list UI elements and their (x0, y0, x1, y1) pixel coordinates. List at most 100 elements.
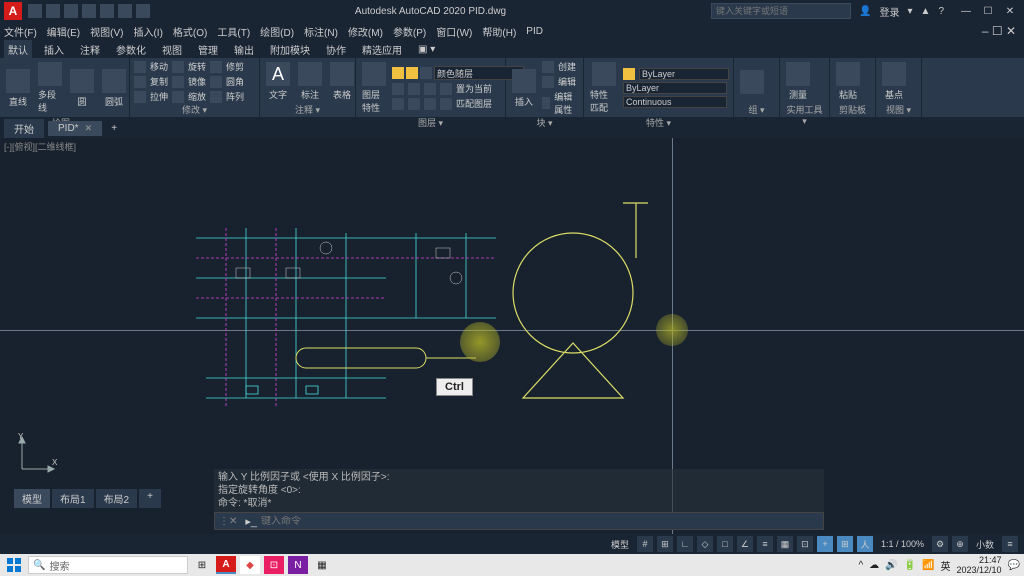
tab-manage[interactable]: 管理 (194, 40, 222, 59)
cart-icon[interactable]: ▾ (908, 6, 913, 17)
viewport-label[interactable]: [-][俯视][二维线框] (4, 140, 76, 153)
base-button[interactable]: 基点 (880, 60, 908, 103)
a360-icon[interactable]: ▲ (921, 6, 931, 17)
task-view-icon[interactable]: ⊞ (192, 556, 212, 574)
sb-customize-icon[interactable]: ≡ (1002, 536, 1018, 552)
task-app3-icon[interactable]: ⊡ (264, 556, 284, 574)
layer-tool8-icon[interactable] (440, 98, 452, 110)
close-button[interactable]: ✕ (1000, 4, 1020, 18)
menu-help[interactable]: 帮助(H) (482, 24, 516, 39)
layer-tool-icon[interactable] (392, 83, 404, 95)
trim-icon[interactable] (210, 61, 222, 73)
sb-units-icon[interactable]: ⊕ (952, 536, 968, 552)
user-icon[interactable]: 👤 (859, 6, 871, 17)
panel-block-label[interactable]: 块 ▾ (510, 116, 579, 128)
bulb-icon[interactable] (392, 67, 404, 79)
mirror-icon[interactable] (172, 76, 184, 88)
sb-model[interactable]: 模型 (607, 538, 633, 551)
match-props-button[interactable]: 特性 匹配 (588, 60, 619, 116)
menu-dim[interactable]: 标注(N) (304, 24, 338, 39)
maximize-button[interactable]: ☐ (978, 4, 998, 18)
panel-groups-label[interactable]: 组 ▾ (738, 103, 775, 115)
task-autocad-icon[interactable]: A (216, 556, 236, 574)
tab-model[interactable]: 模型 (14, 489, 50, 508)
paste-button[interactable]: 粘贴 (834, 60, 862, 103)
create-block-icon[interactable] (542, 61, 554, 73)
rotate-icon[interactable] (172, 61, 184, 73)
scale-icon[interactable] (172, 91, 184, 103)
sb-units[interactable]: 小数 (972, 538, 998, 551)
sb-transparency-icon[interactable]: ▦ (777, 536, 793, 552)
add-tab-button[interactable]: + (106, 123, 122, 134)
tab-layout1[interactable]: 布局1 (52, 489, 94, 508)
task-app2-icon[interactable]: ◆ (240, 556, 260, 574)
insert-block-button[interactable]: 插入 (510, 67, 538, 110)
layer-tool5-icon[interactable] (392, 98, 404, 110)
lock-icon[interactable] (420, 67, 432, 79)
sb-polar-icon[interactable]: ◇ (697, 536, 713, 552)
menu-tools[interactable]: 工具(T) (217, 24, 250, 39)
menu-pid[interactable]: PID (526, 26, 543, 37)
login-label[interactable]: 登录 (880, 4, 900, 19)
panel-annot-label[interactable]: 注释 ▾ (264, 103, 351, 115)
sb-annoscale-icon[interactable]: 人 (857, 536, 873, 552)
ribbon-expand-icon[interactable]: ▣ ▾ (414, 42, 439, 57)
tab-collab[interactable]: 协作 (322, 40, 350, 59)
sun-icon[interactable] (406, 67, 418, 79)
file-tab-current[interactable]: PID*✕ (48, 121, 102, 136)
table-button[interactable]: 表格 (328, 60, 356, 103)
lineweight-dropdown[interactable]: ByLayer (623, 82, 727, 94)
color-dropdown[interactable]: ByLayer (639, 68, 729, 80)
panel-props-label[interactable]: 特性 ▾ (588, 116, 729, 128)
file-tab-start[interactable]: 开始 (4, 119, 44, 138)
drawing-area[interactable]: [-][俯视][二维线框] (0, 138, 1024, 534)
qat-redo-icon[interactable] (136, 4, 150, 18)
tray-notifications-icon[interactable]: 💬 (1008, 560, 1020, 571)
sb-qprops-icon[interactable]: ⊞ (837, 536, 853, 552)
help-icon[interactable]: ? (938, 6, 944, 17)
line-button[interactable]: 直线 (4, 67, 32, 110)
layer-props-button[interactable]: 图层 特性 (360, 60, 388, 116)
tray-up-icon[interactable]: ^ (858, 560, 863, 571)
tab-annotate[interactable]: 注释 (76, 40, 104, 59)
dim-button[interactable]: 标注 (296, 60, 324, 103)
tab-layout2[interactable]: 布局2 (96, 489, 138, 508)
tab-featured[interactable]: 精选应用 (358, 40, 406, 59)
sb-lwt-icon[interactable]: ≡ (757, 536, 773, 552)
add-layout-button[interactable]: + (139, 489, 161, 508)
sb-snap-icon[interactable]: ⊞ (657, 536, 673, 552)
menu-file[interactable]: 文件(F) (4, 24, 37, 39)
start-button[interactable] (4, 556, 24, 574)
sb-grid-icon[interactable]: # (637, 536, 653, 552)
fillet-icon[interactable] (210, 76, 222, 88)
sb-osnap-icon[interactable]: □ (717, 536, 733, 552)
tray-battery-icon[interactable]: 🔋 (904, 560, 916, 571)
doc-close-icon[interactable]: – ☐ ✕ (982, 24, 1016, 38)
menu-draw[interactable]: 绘图(D) (260, 24, 294, 39)
tray-volume-icon[interactable]: 🔊 (885, 560, 897, 571)
taskbar-search[interactable]: 🔍 搜索 (28, 556, 188, 574)
tray-wifi-icon[interactable]: 📶 (922, 560, 934, 571)
tab-output[interactable]: 输出 (230, 40, 258, 59)
app-icon[interactable]: A (4, 2, 22, 20)
tab-insert[interactable]: 插入 (40, 40, 68, 59)
tab-addins[interactable]: 附加模块 (266, 40, 314, 59)
qat-new-icon[interactable] (28, 4, 42, 18)
circle-button[interactable]: 圆 (68, 67, 96, 110)
linetype-dropdown[interactable]: Continuous (623, 96, 727, 108)
minimize-button[interactable]: — (956, 4, 976, 18)
arc-button[interactable]: 圆弧 (100, 67, 128, 110)
sb-ortho-icon[interactable]: ∟ (677, 536, 693, 552)
command-input[interactable] (261, 516, 823, 527)
menu-modify[interactable]: 修改(M) (348, 24, 383, 39)
tray-clock[interactable]: 21:47 2023/12/10 (957, 555, 1002, 575)
cmd-handle-icon[interactable]: ⋮✕ (215, 516, 241, 527)
tab-view[interactable]: 视图 (158, 40, 186, 59)
menu-view[interactable]: 视图(V) (90, 24, 123, 39)
tab-parametric[interactable]: 参数化 (112, 40, 150, 59)
menu-edit[interactable]: 编辑(E) (47, 24, 80, 39)
layer-tool4-icon[interactable] (440, 83, 452, 95)
text-button[interactable]: A文字 (264, 60, 292, 103)
layer-tool7-icon[interactable] (424, 98, 436, 110)
task-onenote-icon[interactable]: N (288, 556, 308, 574)
